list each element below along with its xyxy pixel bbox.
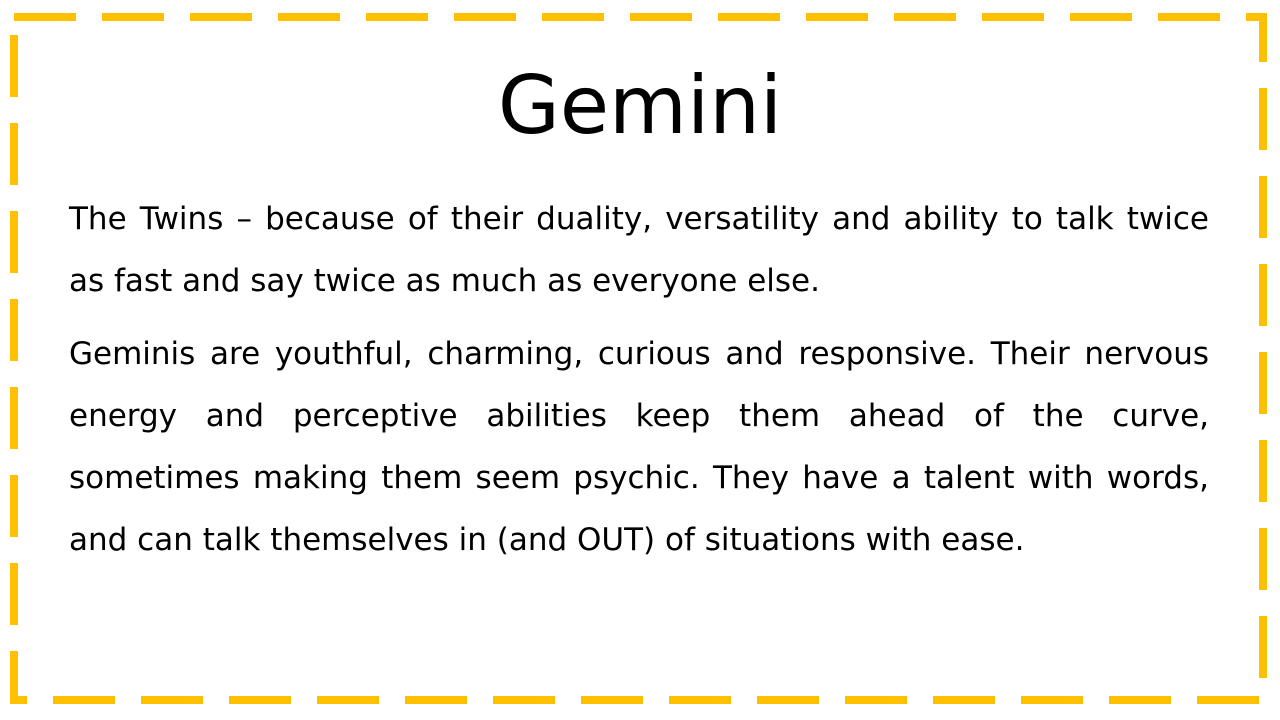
paragraph-traits: Geminis are youthful, charming, curious … xyxy=(69,336,1209,558)
slide-body: The Twins – because of their duality, ve… xyxy=(69,188,1209,571)
paragraph-twins: The Twins – because of their duality, ve… xyxy=(69,201,1209,299)
slide: Gemini The Twins – because of their dual… xyxy=(0,0,1280,720)
page-title: Gemini xyxy=(497,59,783,152)
